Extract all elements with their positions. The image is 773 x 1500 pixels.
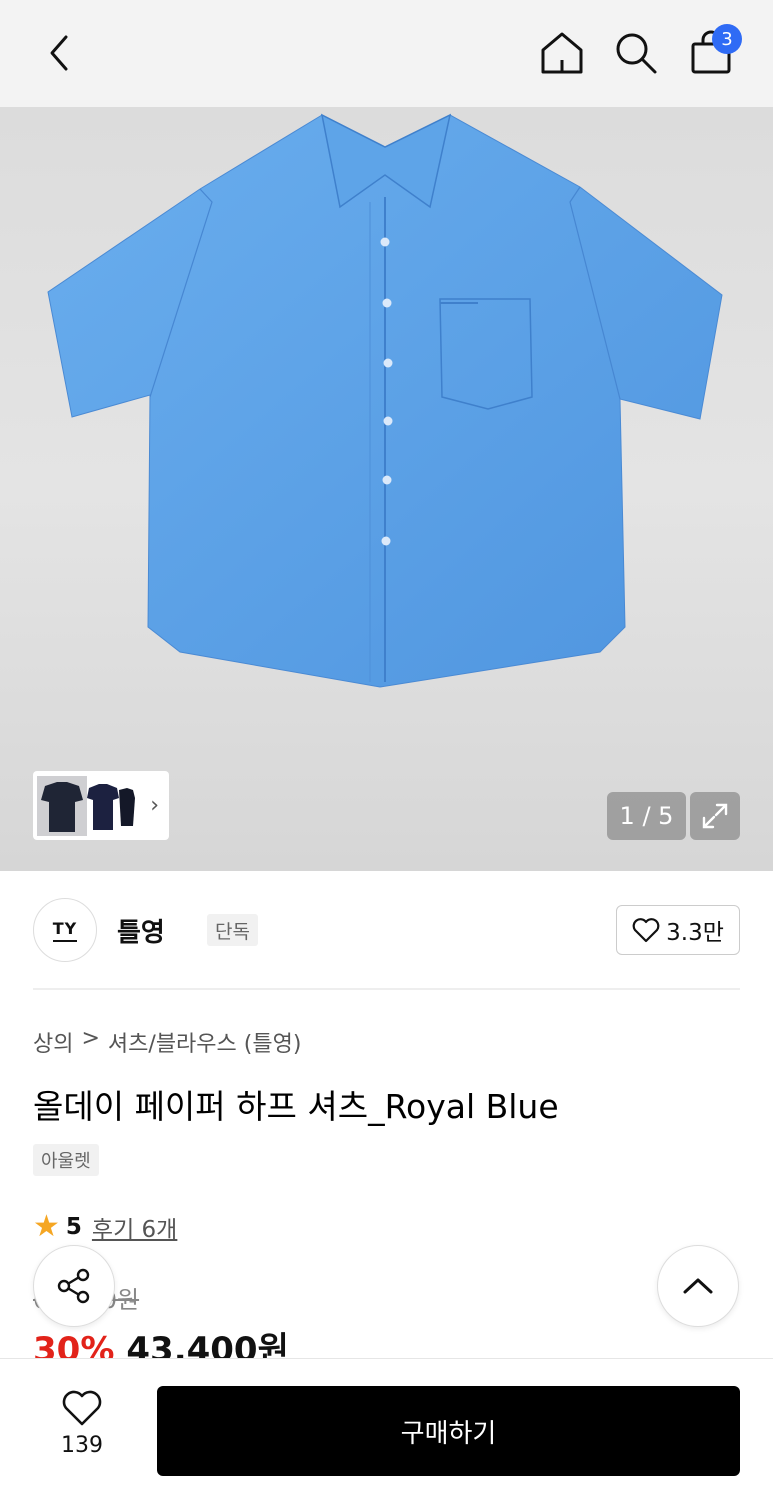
breadcrumb-category[interactable]: 상의 bbox=[33, 1026, 73, 1058]
product-image-gallery[interactable]: › 1 / 5 bbox=[0, 107, 773, 871]
back-button[interactable] bbox=[32, 26, 86, 80]
thumbnail-strip[interactable]: › bbox=[33, 771, 169, 840]
wishlist-count: 139 bbox=[61, 1433, 103, 1458]
breadcrumb: 상의 > 셔츠/블라우스 (틀영) bbox=[33, 1026, 301, 1058]
star-icon: ★ bbox=[33, 1209, 60, 1244]
exclusive-badge: 단독 bbox=[207, 914, 258, 946]
brand-logo-text: TY bbox=[52, 919, 78, 942]
buy-button[interactable]: 구매하기 bbox=[157, 1386, 740, 1476]
bottom-action-bar: 139 구매하기 bbox=[0, 1358, 773, 1500]
search-button[interactable] bbox=[609, 26, 663, 80]
share-icon bbox=[57, 1268, 90, 1304]
reviews-link[interactable]: 후기 6개 bbox=[92, 1210, 177, 1244]
divider bbox=[33, 988, 740, 990]
brand-like-button[interactable]: 3.3만 bbox=[616, 905, 740, 955]
thumbnail-images bbox=[37, 775, 135, 836]
back-icon bbox=[50, 35, 68, 71]
share-button[interactable] bbox=[33, 1245, 115, 1327]
brand-row: TY 틀영 단독 3.3만 bbox=[33, 898, 740, 964]
scroll-to-top-button[interactable] bbox=[657, 1245, 739, 1327]
expand-icon bbox=[702, 803, 728, 829]
cart-button[interactable]: 3 bbox=[684, 24, 742, 80]
brand-like-count: 3.3만 bbox=[666, 920, 724, 946]
heart-icon bbox=[62, 1390, 102, 1426]
heart-icon bbox=[632, 918, 660, 943]
chevron-right-icon: › bbox=[150, 793, 159, 818]
chevron-up-icon bbox=[683, 1278, 713, 1294]
cart-count-badge: 3 bbox=[712, 24, 742, 54]
product-title: 올데이 페이퍼 하프 셔츠_Royal Blue bbox=[33, 1087, 559, 1126]
fullscreen-button[interactable] bbox=[690, 792, 740, 840]
brand-logo[interactable]: TY bbox=[33, 898, 97, 962]
rating-score: 5 bbox=[65, 1214, 82, 1240]
rating-summary: ★ 5 후기 6개 bbox=[33, 1210, 177, 1244]
breadcrumb-subcategory[interactable]: 셔츠/블라우스 (틀영) bbox=[108, 1026, 302, 1058]
brand-name[interactable]: 틀영 bbox=[117, 912, 165, 949]
image-counter: 1 / 5 bbox=[607, 792, 686, 840]
outlet-tag: 아울렛 bbox=[33, 1144, 99, 1176]
product-photo bbox=[47, 113, 723, 688]
home-icon bbox=[541, 32, 583, 74]
top-app-bar: 3 bbox=[0, 0, 773, 107]
breadcrumb-separator: > bbox=[81, 1026, 100, 1051]
wishlist-button[interactable]: 139 bbox=[42, 1389, 122, 1458]
home-button[interactable] bbox=[535, 26, 589, 80]
search-icon bbox=[616, 33, 657, 74]
